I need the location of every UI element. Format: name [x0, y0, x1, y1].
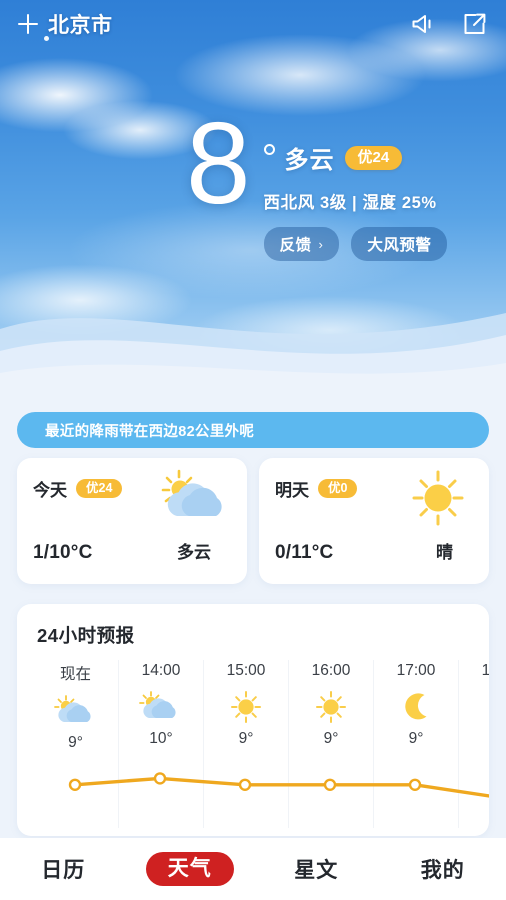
current-condition: 多云	[284, 147, 335, 174]
feedback-button[interactable]: 反馈 ›	[263, 227, 340, 261]
hour-temp: 7°	[459, 730, 489, 748]
today-card[interactable]: 今天 优24 1/10°C 多云	[17, 458, 247, 584]
today-aqi-badge: 优24	[76, 478, 123, 499]
wind-alert-button[interactable]: 大风预警	[351, 227, 448, 261]
today-temp-range: 1/10°C	[33, 542, 93, 563]
hourly-forecast-card: 24小时预报 现在 9° 14:00 10° 15:00 9° 16:00 9°…	[17, 604, 489, 836]
hour-item[interactable]: 18:00 7°	[458, 660, 489, 828]
top-actions	[410, 11, 488, 37]
hour-item[interactable]: 16:00 9°	[288, 660, 373, 828]
sun-behind-cloud-icon	[119, 688, 203, 726]
hour-time: 14:00	[141, 662, 181, 679]
hour-item[interactable]: 15:00 9°	[203, 660, 288, 828]
wave-divider	[0, 313, 506, 397]
hour-temp: 9°	[68, 734, 83, 751]
hourly-row: 现在 9° 14:00 10° 15:00 9° 16:00 9° 17:00 …	[33, 660, 489, 828]
nav-item-astro[interactable]: 星文	[253, 854, 380, 884]
feedback-label: 反馈	[279, 237, 312, 254]
hour-item[interactable]: 14:00 10°	[118, 660, 203, 828]
hour-time: 18:00	[481, 662, 489, 679]
city-name[interactable]: 北京市	[48, 9, 113, 39]
nav-label: 日历	[41, 859, 86, 882]
top-bar: 北京市	[0, 0, 506, 48]
share-icon[interactable]	[462, 11, 488, 37]
tomorrow-label: 明天	[275, 481, 309, 500]
hour-time: 17:00	[396, 662, 436, 679]
nav-label: 星文	[294, 859, 339, 882]
current-weather: 8 多云 优24 西北风 3级 | 湿度 25% 反馈 › 大风预警	[0, 105, 506, 261]
hour-time: 15:00	[226, 662, 266, 679]
today-label: 今天	[33, 481, 67, 500]
hour-temp: 9°	[238, 730, 254, 747]
degree-symbol-icon	[263, 144, 275, 155]
nav-item-mine[interactable]: 我的	[380, 854, 506, 884]
current-temperature: 8	[186, 98, 250, 228]
hour-temp: 10°	[149, 730, 173, 747]
bottom-navigation: 日历 天气 星文 我的	[0, 838, 506, 900]
hour-item[interactable]: 现在 9°	[33, 660, 118, 828]
nav-item-calendar[interactable]: 日历	[0, 854, 127, 884]
aqi-badge[interactable]: 优24	[344, 145, 403, 170]
chevron-right-icon: ›	[318, 236, 324, 252]
hour-item[interactable]: 17:00 9°	[373, 660, 458, 828]
moon-icon	[374, 688, 458, 726]
hour-time: 现在	[59, 666, 91, 683]
day-forecast-cards: 今天 优24 1/10°C 多云 明天 优0 0/11°C 晴	[17, 458, 489, 584]
hourly-scroller[interactable]: 现在 9° 14:00 10° 15:00 9° 16:00 9° 17:00 …	[17, 660, 489, 828]
sun-behind-cloud-icon	[33, 692, 118, 730]
hour-time: 16:00	[311, 662, 351, 679]
nav-label: 天气	[145, 852, 234, 886]
tomorrow-card[interactable]: 明天 优0 0/11°C 晴	[259, 458, 489, 584]
today-condition: 多云	[177, 543, 211, 562]
sun-behind-cloud-icon	[161, 469, 222, 516]
nav-label: 我的	[420, 859, 465, 882]
moon-icon	[459, 688, 489, 726]
hourly-title: 24小时预报	[37, 625, 135, 646]
hour-temp: 9°	[408, 730, 424, 747]
sun-icon	[204, 688, 288, 726]
tomorrow-aqi-badge: 优0	[318, 478, 358, 499]
wind-humidity-detail: 西北风 3级 | 湿度 25%	[263, 194, 437, 212]
speaker-icon[interactable]	[410, 11, 436, 37]
sun-icon	[289, 688, 373, 726]
sun-icon	[412, 470, 464, 526]
tomorrow-temp-range: 0/11°C	[275, 542, 334, 563]
weather-app-screen: 北京市 8 多云 优24 西北风 3级 | 湿度 25% 反馈 › 大风预警 最…	[0, 0, 506, 900]
rain-banner[interactable]: 最近的降雨带在西边82公里外呢	[17, 412, 489, 448]
plus-icon[interactable]	[18, 14, 38, 34]
nav-item-weather[interactable]: 天气	[127, 852, 254, 886]
hour-temp: 9°	[323, 730, 339, 747]
tomorrow-condition: 晴	[436, 543, 453, 562]
